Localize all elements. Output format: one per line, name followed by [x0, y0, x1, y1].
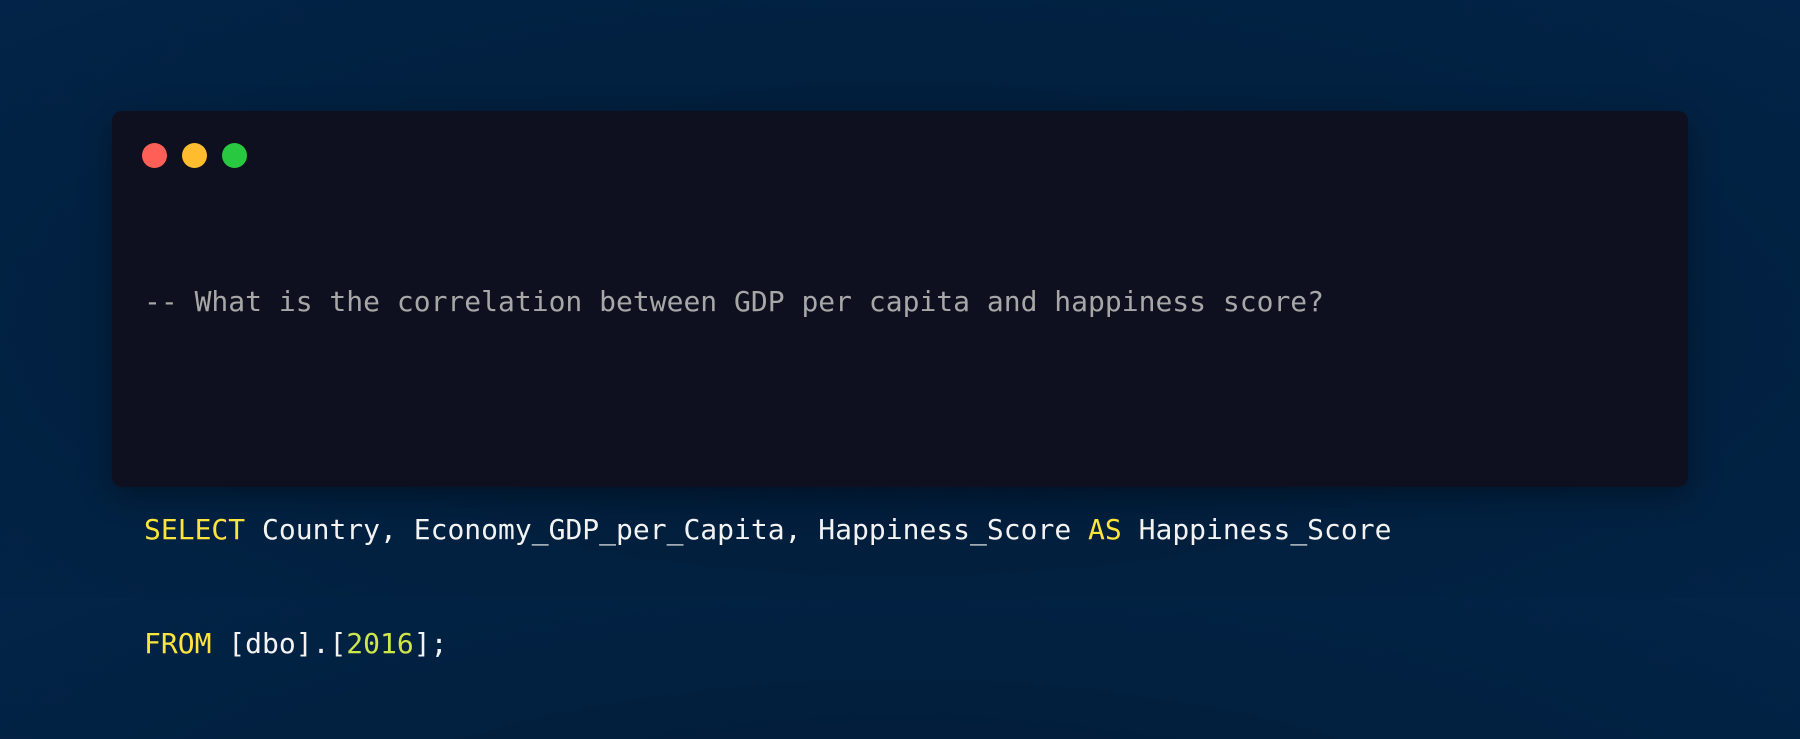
keyword-from: FROM [144, 627, 212, 660]
code-window: -- What is the correlation between GDP p… [112, 111, 1688, 660]
minimize-dot[interactable] [182, 143, 207, 168]
table-number: 2016 [346, 627, 414, 660]
window-controls [142, 143, 247, 168]
select-columns: Country, Economy_GDP_per_Capita, Happine… [245, 513, 1089, 546]
keyword-select: SELECT [144, 513, 246, 546]
code-line-select: SELECT Country, Economy_GDP_per_Capita, … [144, 511, 1648, 549]
column-alias: Happiness_Score [1121, 513, 1392, 546]
table-prefix: [dbo].[ [211, 627, 347, 660]
code-line-from: FROM [dbo].[2016]; [144, 625, 1648, 663]
table-suffix: ]; [413, 627, 448, 660]
sql-comment: -- What is the correlation between GDP p… [144, 285, 1325, 318]
code-block: -- What is the correlation between GDP p… [144, 207, 1648, 739]
maximize-dot[interactable] [222, 143, 247, 168]
keyword-as: AS [1088, 513, 1122, 546]
close-dot[interactable] [142, 143, 167, 168]
